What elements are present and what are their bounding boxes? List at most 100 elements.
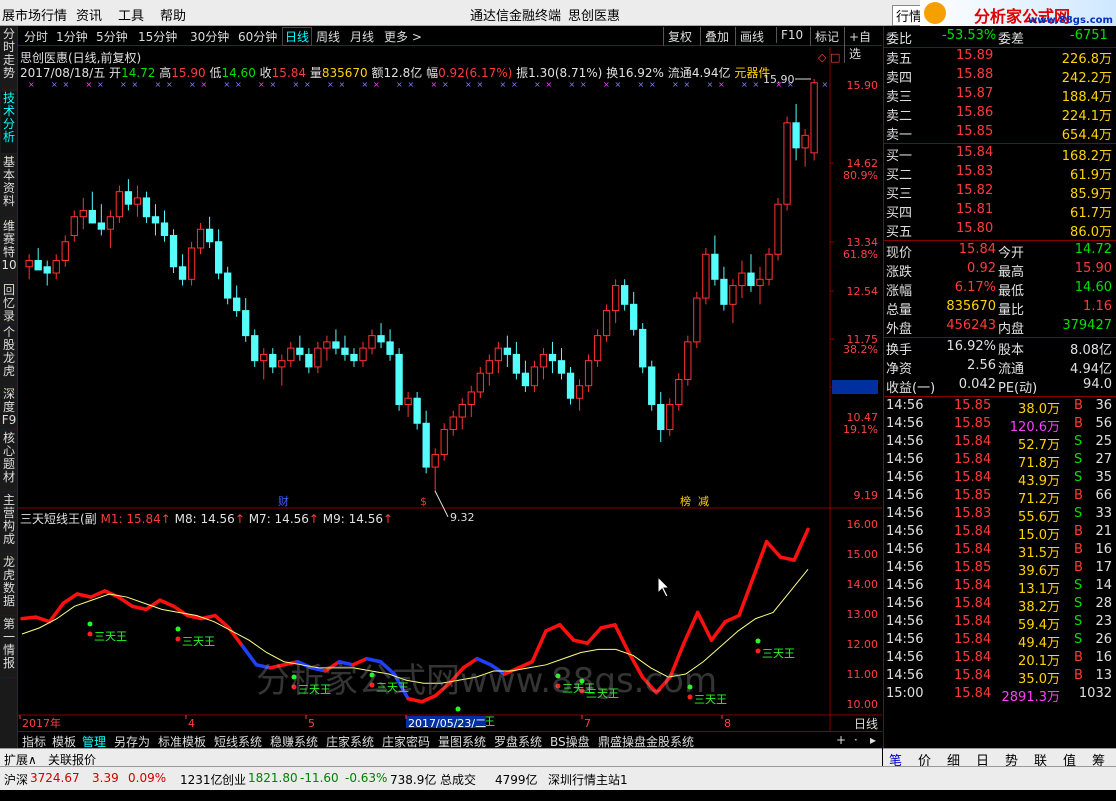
period-6[interactable]: 日线 bbox=[282, 27, 313, 46]
tick-count: 56 bbox=[1095, 416, 1112, 431]
candle bbox=[386, 329, 394, 361]
period-3[interactable]: 15分钟 bbox=[138, 28, 177, 45]
candle bbox=[711, 235, 719, 286]
stat-value-2: 14.72 bbox=[1074, 242, 1112, 257]
menu-tools[interactable]: 工具 bbox=[118, 5, 144, 24]
period-7[interactable]: 周线 bbox=[316, 28, 340, 45]
tick-volume: 38.0万 bbox=[1018, 402, 1060, 417]
tick-price: 15.84 bbox=[954, 650, 992, 665]
svg-text:×: × bbox=[569, 80, 576, 89]
bid-volume: 61.7万 bbox=[1070, 206, 1112, 221]
period-0[interactable]: 分时 bbox=[24, 28, 48, 45]
candle bbox=[233, 285, 241, 317]
stat-value-2: 1.16 bbox=[1083, 299, 1112, 314]
menu-market[interactable]: 展市场行情 bbox=[2, 5, 67, 24]
left-tab-0[interactable]: 分时走势 bbox=[1, 28, 17, 90]
svg-text:×: × bbox=[28, 80, 35, 89]
toolbar-right-3[interactable]: F10 bbox=[776, 27, 807, 43]
event-marker-1[interactable]: $ bbox=[420, 495, 427, 508]
signal-label: 三天王 bbox=[182, 635, 215, 648]
tick-price: 15.85 bbox=[954, 488, 992, 503]
period-1[interactable]: 1分钟 bbox=[56, 28, 88, 45]
kline-chart[interactable]: × × × × × × × × × × × × × × × × × × × × × × × × × × × × × × × × × × × × × × × ×… bbox=[18, 47, 882, 731]
tick-count: 33 bbox=[1095, 506, 1112, 521]
left-tab-3[interactable]: 维赛特10 bbox=[1, 220, 17, 282]
tick-row-9: 14:56 15.85 39.6万 B 17 bbox=[884, 560, 1116, 579]
weicha-label: 委差 bbox=[998, 32, 1025, 47]
price-tick-4: 61.8% bbox=[843, 248, 878, 261]
left-tab-8[interactable]: 主营构成 bbox=[1, 494, 17, 554]
event-marker-0[interactable]: 财 bbox=[278, 494, 289, 508]
tick-price: 15.84 bbox=[954, 668, 992, 683]
stat2-row-0: 换手 16.92% 股本 8.08亿 bbox=[884, 339, 1116, 358]
menu-news[interactable]: 资讯 bbox=[76, 5, 102, 24]
toolbar-right-1[interactable]: 叠加 bbox=[700, 27, 733, 46]
candle bbox=[422, 410, 430, 474]
svg-text:×: × bbox=[649, 80, 656, 89]
candle bbox=[260, 348, 268, 380]
zoom-plus-button[interactable]: + bbox=[836, 733, 846, 747]
scroll-right-button[interactable]: ▸ bbox=[870, 733, 876, 747]
candle bbox=[548, 341, 557, 374]
stat2-label: 净资 bbox=[886, 362, 913, 377]
tick-price: 15.84 bbox=[954, 578, 992, 593]
period-4[interactable]: 30分钟 bbox=[190, 28, 229, 45]
left-tab-2[interactable]: 基本资料 bbox=[1, 156, 17, 218]
indicator-header: 三天短线王(副 M1: 15.84↑ M8: 14.56↑ M7: 14.56↑… bbox=[20, 512, 394, 526]
tick-count: 66 bbox=[1095, 488, 1112, 503]
bid-label: 买五 bbox=[886, 225, 913, 240]
event-marker-2[interactable]: 榜 bbox=[680, 494, 691, 508]
left-tab-9[interactable]: 龙虎数据 bbox=[1, 556, 17, 616]
candle bbox=[684, 335, 692, 386]
tick-side: S bbox=[1074, 470, 1083, 485]
left-tab-7[interactable]: 核心题材 bbox=[1, 432, 17, 492]
candle bbox=[756, 266, 764, 305]
period-8[interactable]: 月线 bbox=[350, 28, 374, 45]
tick-time: 15:00 bbox=[886, 686, 924, 701]
tick-volume: 15.0万 bbox=[1018, 528, 1060, 543]
tick-count: 25 bbox=[1095, 434, 1112, 449]
candle bbox=[314, 341, 322, 374]
period-9[interactable]: 更多 > bbox=[384, 28, 422, 45]
ask-row-4: 卖一 15.85 654.4万 bbox=[884, 124, 1116, 143]
tick-time: 14:56 bbox=[886, 614, 924, 629]
svg-text:×: × bbox=[189, 80, 196, 89]
tick-row-8: 14:56 15.84 31.5万 B 16 bbox=[884, 542, 1116, 561]
toolbar-right-2[interactable]: 画线 bbox=[735, 27, 768, 46]
logo-icon bbox=[924, 2, 946, 24]
candle bbox=[720, 266, 728, 311]
left-tab-4[interactable]: 回忆录 bbox=[1, 284, 17, 324]
signal-marker: 三天王 bbox=[175, 626, 215, 648]
zoom-minus-button[interactable]: · bbox=[854, 733, 858, 747]
candle bbox=[142, 191, 151, 223]
period-2[interactable]: 5分钟 bbox=[96, 28, 128, 45]
date-label-5: 8 bbox=[724, 717, 731, 730]
left-tab-6[interactable]: 深度F9 bbox=[1, 388, 17, 430]
date-label-4: 7 bbox=[584, 717, 591, 730]
tick-time: 14:56 bbox=[886, 632, 924, 647]
tick-volume: 120.6万 bbox=[1009, 420, 1060, 435]
svg-text:×: × bbox=[155, 80, 162, 89]
svg-text:×: × bbox=[672, 80, 679, 89]
tick-side: B bbox=[1074, 524, 1083, 539]
separator bbox=[884, 337, 1116, 338]
left-tab-5[interactable]: 个股龙虎 bbox=[1, 326, 17, 386]
toolbar-right-0[interactable]: 复权 bbox=[663, 27, 696, 46]
stat-value-2: 14.60 bbox=[1074, 280, 1112, 295]
svg-text:×: × bbox=[293, 80, 300, 89]
tick-time: 14:56 bbox=[886, 506, 924, 521]
left-tab-1[interactable]: 技术分析 bbox=[1, 92, 17, 154]
menu-help[interactable]: 帮助 bbox=[160, 5, 186, 24]
period-5[interactable]: 60分钟 bbox=[238, 28, 277, 45]
stat-label-2: 内盘 bbox=[998, 322, 1025, 337]
left-tab-10[interactable]: 第一情报 bbox=[1, 618, 17, 678]
axis-mode-label[interactable]: 日线 bbox=[854, 717, 878, 731]
candle bbox=[269, 348, 277, 374]
ask-row-2: 卖三 15.87 188.4万 bbox=[884, 86, 1116, 105]
candle bbox=[52, 254, 60, 280]
candle bbox=[575, 379, 584, 411]
event-marker-3[interactable]: 减 bbox=[698, 495, 709, 508]
candle bbox=[88, 191, 96, 224]
toolbar-right-4[interactable]: 标记 bbox=[810, 27, 843, 46]
tick-price: 15.84 bbox=[954, 542, 992, 557]
